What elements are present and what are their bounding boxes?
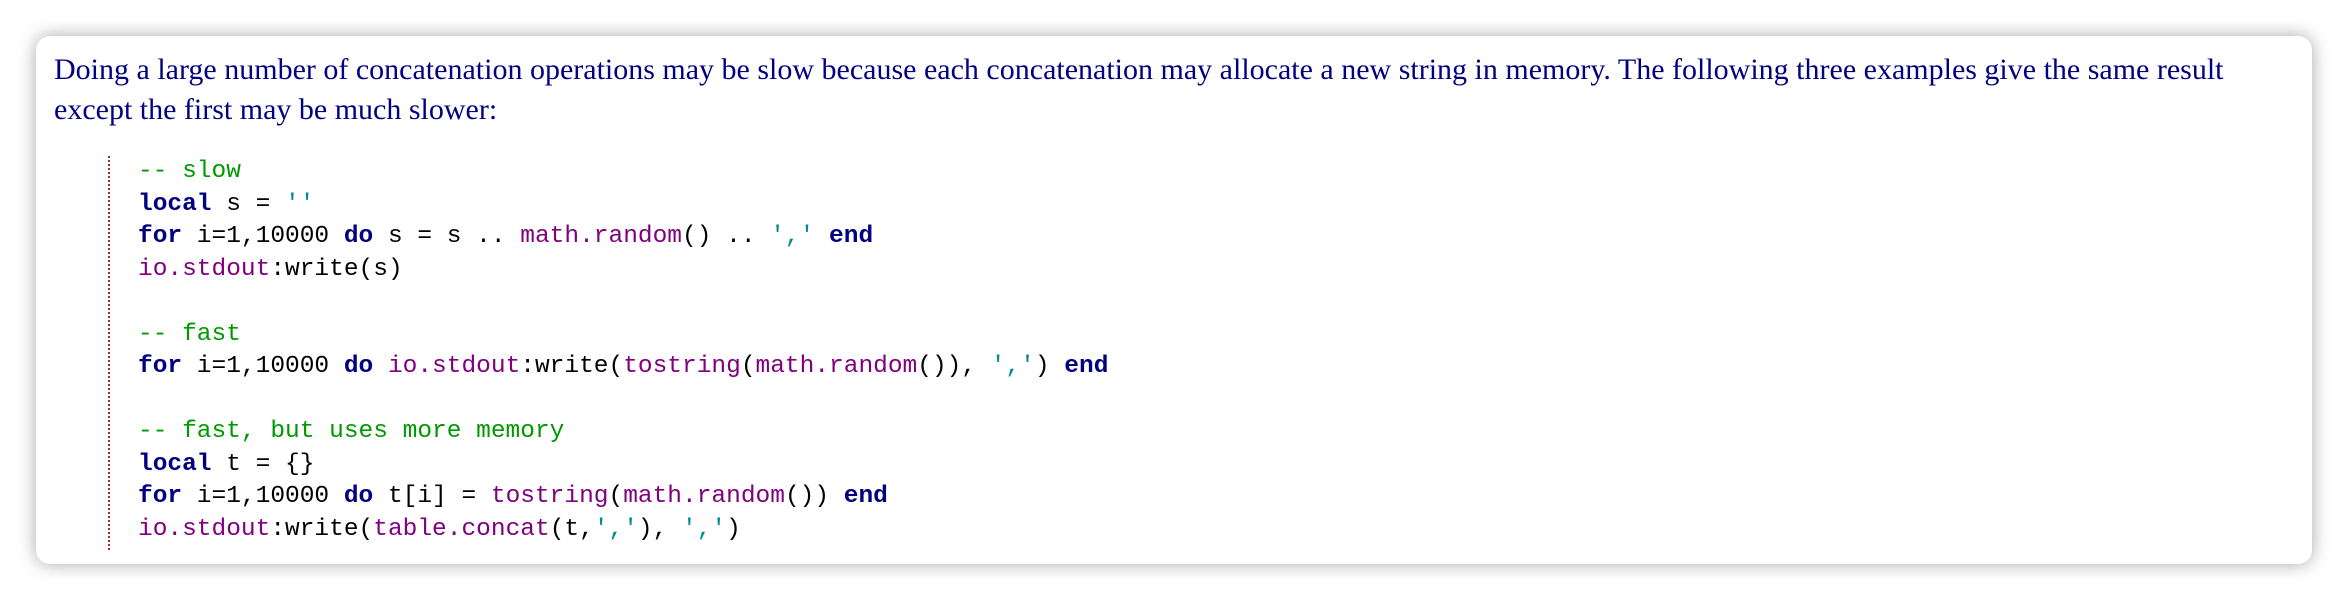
code-line-5-blank	[138, 286, 1108, 319]
keyword-end: end	[843, 483, 888, 510]
keyword-end: end	[1064, 353, 1109, 380]
code-text: i=1,10000	[182, 483, 344, 510]
code-text: t = {}	[211, 450, 315, 478]
description-paragraph: Doing a large number of concatenation op…	[54, 53, 2224, 126]
code-line-9: -- fast, but uses more memory	[138, 416, 1108, 449]
library-call: math.random	[623, 483, 785, 510]
code-text: )	[1034, 353, 1065, 380]
code-text: ())	[784, 483, 844, 510]
string-literal: ','	[593, 515, 638, 543]
string-literal: ','	[682, 515, 727, 543]
code-line-6: -- fast	[138, 319, 1108, 352]
code-text: ),	[637, 515, 683, 543]
code-text: i=1,10000	[182, 223, 344, 250]
string-literal: ','	[990, 353, 1035, 380]
code-line-7: for i=1,10000 do io.stdout:write(tostrin…	[138, 351, 1108, 384]
comment-fast-memory: -- fast, but uses more memory	[138, 418, 565, 445]
library-call: tostring	[623, 353, 741, 380]
code-text: () ..	[682, 223, 771, 250]
code-text: i=1,10000	[182, 353, 344, 380]
keyword-end: end	[829, 223, 874, 250]
keyword-for: for	[138, 483, 183, 510]
code-text: s =	[211, 190, 286, 218]
code-line-11: for i=1,10000 do t[i] = tostring(math.ra…	[138, 481, 1108, 514]
code-text: (	[740, 353, 756, 380]
code-line-1: -- slow	[138, 156, 1108, 189]
comment-slow: -- slow	[138, 158, 241, 185]
keyword-for: for	[138, 223, 183, 250]
code-text: :write(	[520, 353, 624, 380]
code-text: s = s ..	[373, 223, 521, 250]
code-line-2: local s = ''	[138, 189, 1108, 222]
library-call: math.random	[755, 353, 918, 380]
code-listing: -- slow local s = '' for i=1,10000 do s = …	[138, 156, 1108, 546]
comment-fast: -- fast	[138, 320, 241, 348]
code-line-8-blank	[138, 384, 1108, 417]
keyword-for: for	[138, 353, 183, 380]
code-line-10: local t = {}	[138, 449, 1108, 482]
code-text: ()),	[917, 353, 991, 380]
code-block: -- slow local s = '' for i=1,10000 do s = …	[108, 156, 1108, 550]
code-text: (	[608, 483, 624, 510]
code-text: )	[726, 515, 741, 543]
code-line-4: io.stdout:write(s)	[138, 254, 1108, 287]
library-call: io.stdout	[387, 353, 521, 380]
code-text: :write(s)	[270, 255, 403, 283]
library-call: table.concat	[373, 515, 550, 543]
keyword-local: local	[138, 450, 212, 478]
string-literal: ','	[770, 223, 815, 250]
library-call: math.random	[520, 223, 683, 250]
code-text: (t,	[549, 515, 594, 543]
keyword-do: do	[343, 483, 374, 510]
keyword-do: do	[343, 353, 374, 380]
library-call: io.stdout	[138, 255, 271, 283]
library-call: io.stdout	[138, 515, 271, 543]
library-call: tostring	[490, 483, 609, 510]
code-text: :write(	[270, 515, 374, 543]
keyword-local: local	[138, 190, 212, 218]
code-line-12: io.stdout:write(table.concat(t,','), ','…	[138, 514, 1108, 547]
keyword-do: do	[343, 223, 374, 250]
string-literal: ''	[285, 190, 315, 218]
code-line-3: for i=1,10000 do s = s .. math.random() …	[138, 221, 1108, 254]
code-text: t[i] =	[373, 483, 491, 510]
content-card: Doing a large number of concatenation op…	[36, 36, 2312, 564]
